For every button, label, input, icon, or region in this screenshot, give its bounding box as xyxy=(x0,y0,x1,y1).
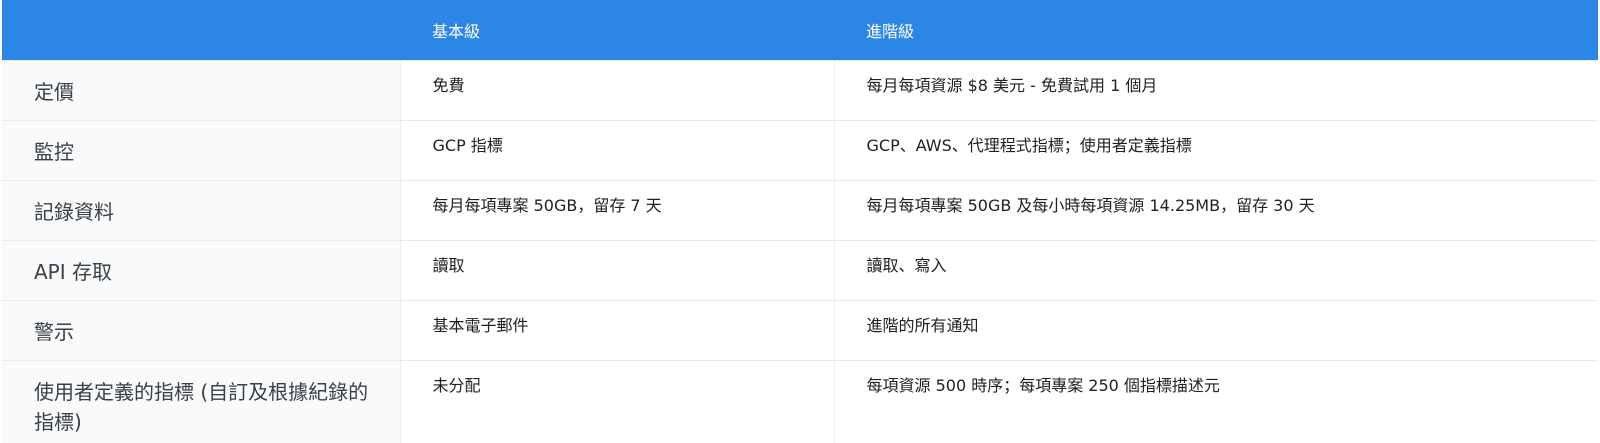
basic-cell: 讀取 xyxy=(399,240,834,301)
premium-cell: 每月每項專案 50GB 及每小時每項資源 14.25MB，留存 30 天 xyxy=(833,180,1598,241)
basic-cell: 基本電子郵件 xyxy=(399,300,834,361)
header-feature xyxy=(2,0,400,61)
basic-cell: 免費 xyxy=(399,60,834,121)
premium-cell: 每月每項資源 $8 美元 - 免費試用 1 個月 xyxy=(833,60,1598,121)
feature-cell: 記錄資料 xyxy=(2,180,400,241)
premium-cell: 每項資源 500 時序；每項專案 250 個指標描述元 xyxy=(833,360,1598,443)
header-premium: 進階級 xyxy=(866,22,915,41)
premium-cell: 進階的所有通知 xyxy=(833,300,1598,361)
header-basic: 基本級 xyxy=(432,22,481,41)
feature-cell: API 存取 xyxy=(2,240,400,301)
feature-cell: 定價 xyxy=(2,60,400,121)
table-row-pricing: 定價 免費 每月每項資源 $8 美元 - 免費試用 1 個月 xyxy=(2,60,1598,121)
feature-cell: 監控 xyxy=(2,120,400,181)
basic-cell: 每月每項專案 50GB，留存 7 天 xyxy=(399,180,834,241)
feature-cell: 警示 xyxy=(2,300,400,361)
premium-cell: GCP、AWS、代理程式指標；使用者定義指標 xyxy=(833,120,1598,181)
table-row-monitoring: 監控 GCP 指標 GCP、AWS、代理程式指標；使用者定義指標 xyxy=(2,120,1598,181)
comparison-table-container: 基本級 進階級 定價 免費 每月每項資源 $8 美元 - 免費試用 1 個月 監… xyxy=(2,0,1598,443)
table-header: 基本級 進階級 xyxy=(2,0,1598,61)
basic-cell: 未分配 xyxy=(399,360,834,443)
table-row-custom-metrics: 使用者定義的指標 (自訂及根據紀錄的指標) 未分配 每項資源 500 時序；每項… xyxy=(2,360,1598,443)
header-row: 基本級 進階級 xyxy=(2,0,1598,61)
table-row-alerts: 警示 基本電子郵件 進階的所有通知 xyxy=(2,300,1598,361)
table-row-logging: 記錄資料 每月每項專案 50GB，留存 7 天 每月每項專案 50GB 及每小時… xyxy=(2,180,1598,241)
premium-cell: 讀取、寫入 xyxy=(833,240,1598,301)
feature-cell: 使用者定義的指標 (自訂及根據紀錄的指標) xyxy=(2,360,400,443)
basic-cell: GCP 指標 xyxy=(399,120,834,181)
table-body: 定價 免費 每月每項資源 $8 美元 - 免費試用 1 個月 監控 GCP 指標… xyxy=(2,60,1598,443)
table-row-api-access: API 存取 讀取 讀取、寫入 xyxy=(2,240,1598,301)
tier-comparison-table: 基本級 進階級 定價 免費 每月每項資源 $8 美元 - 免費試用 1 個月 監… xyxy=(2,0,1598,443)
